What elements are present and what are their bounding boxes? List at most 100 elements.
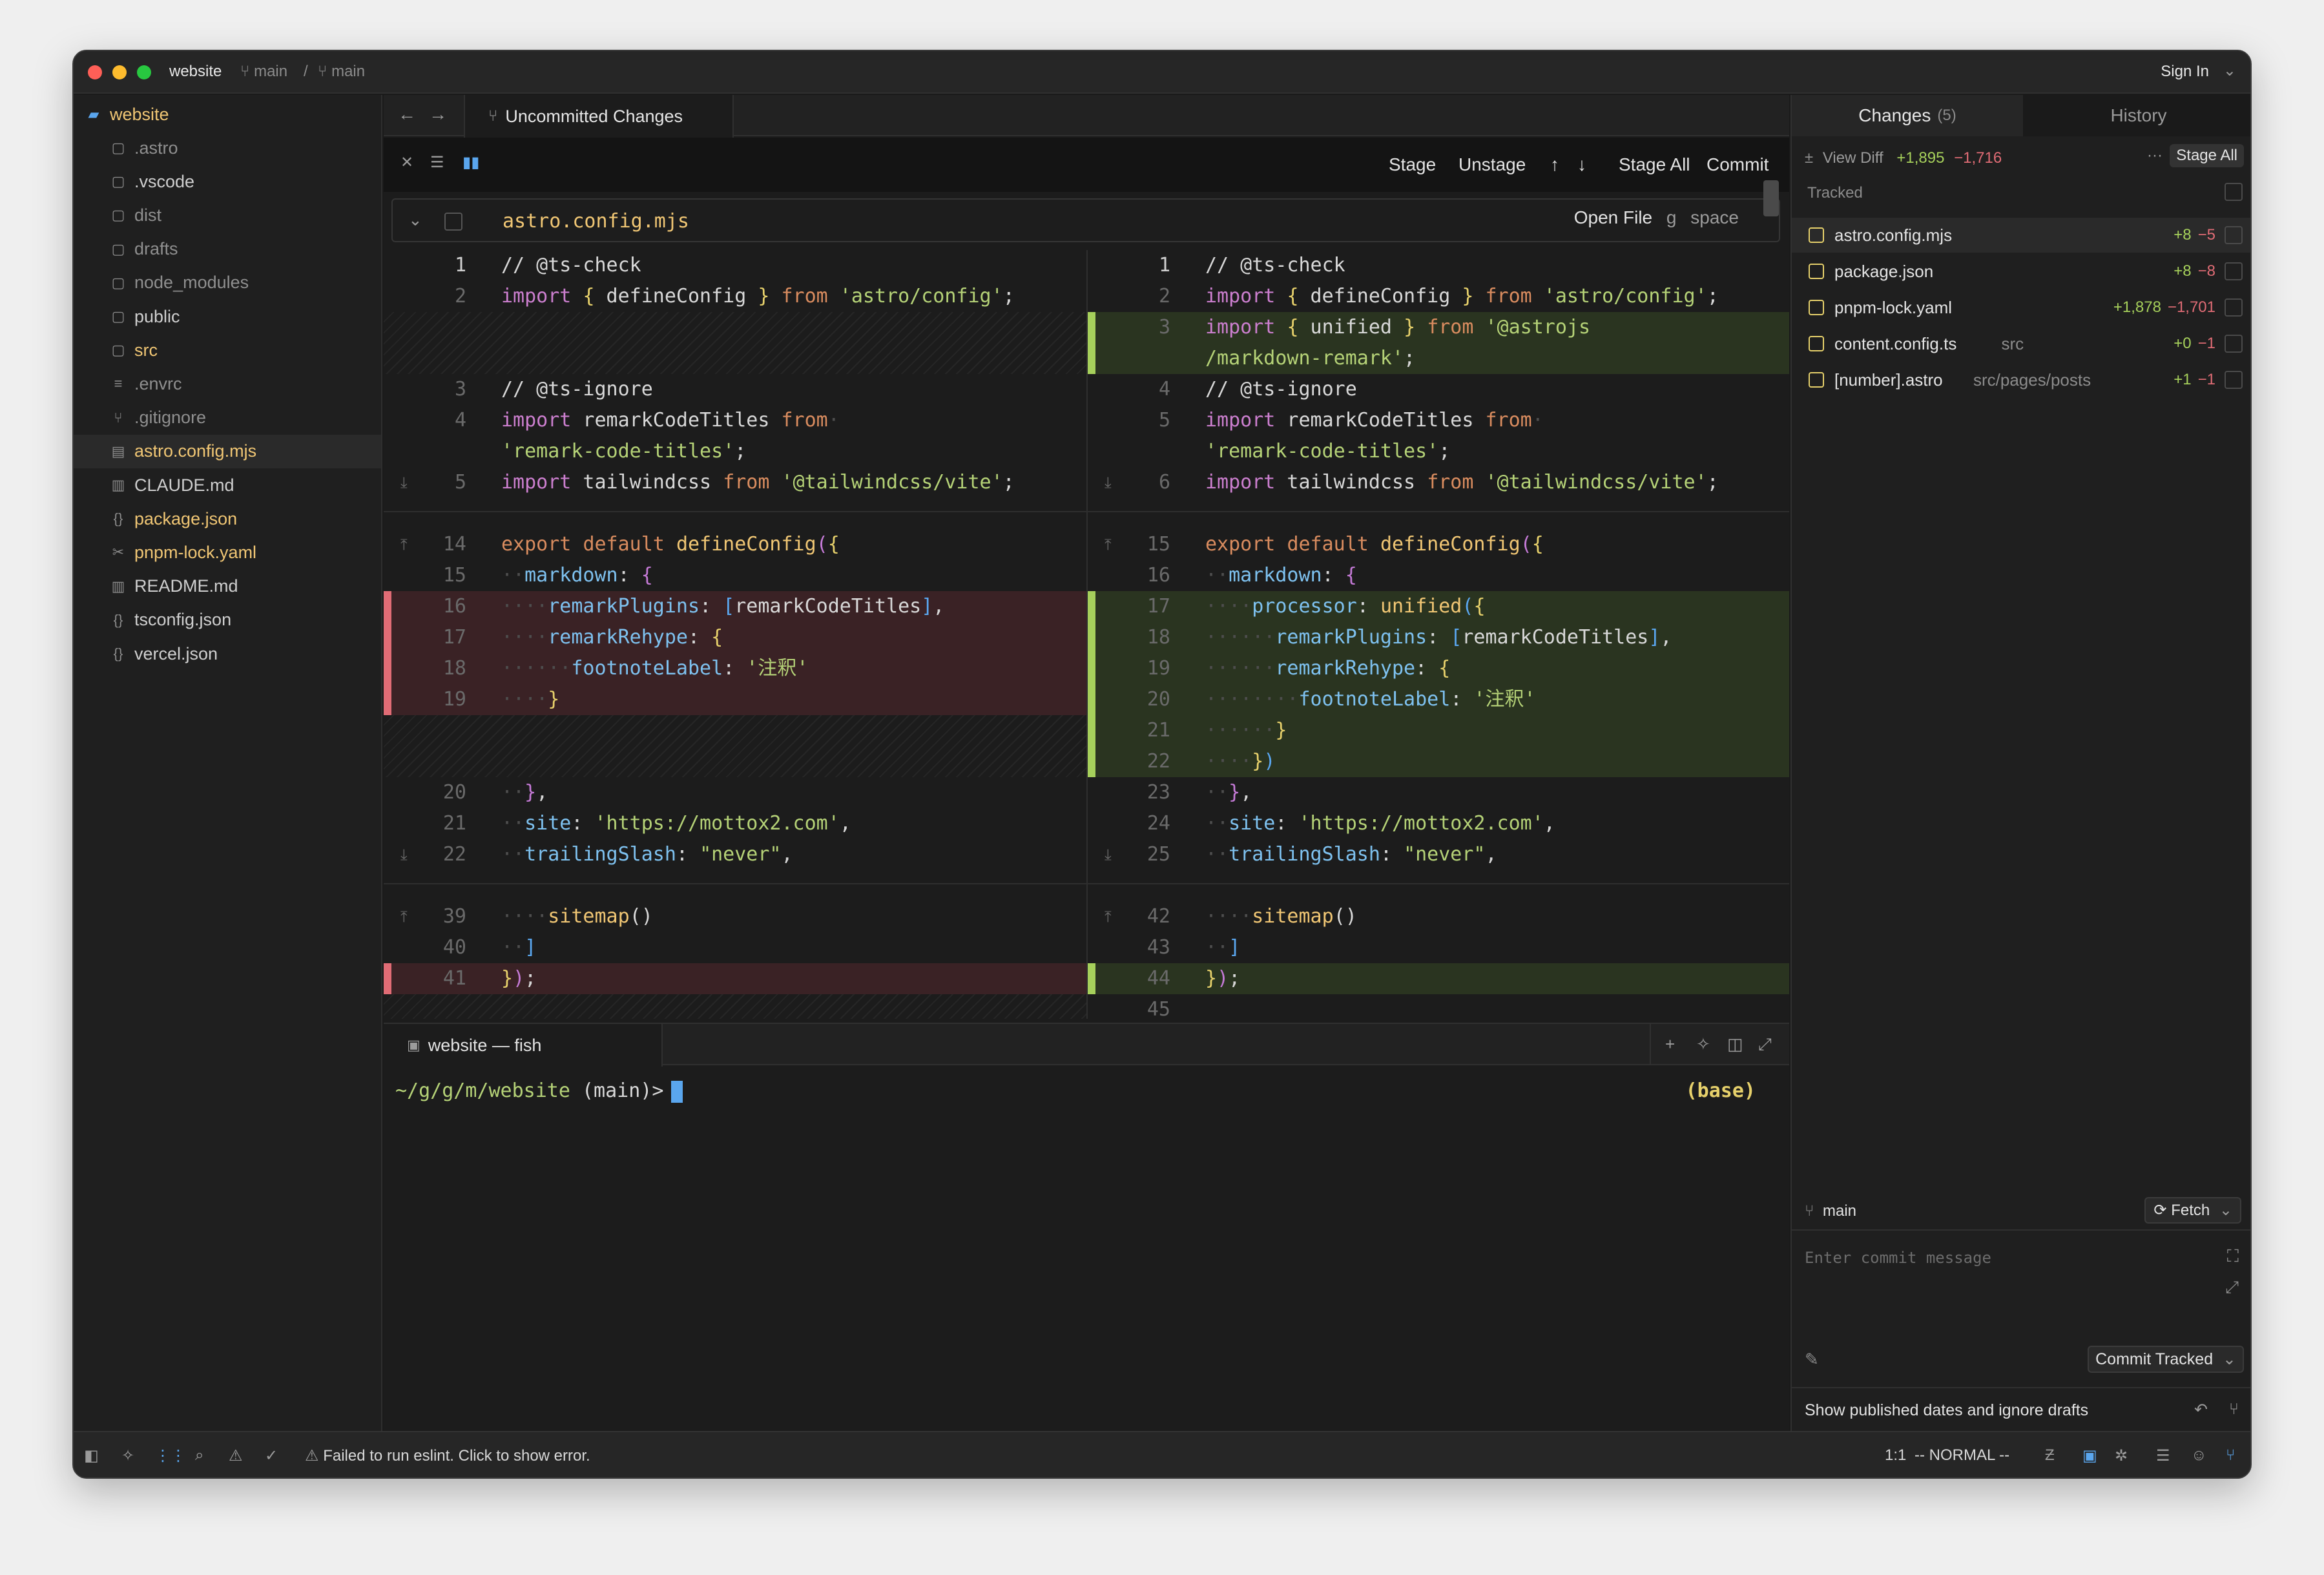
changed-file-row[interactable]: [number].astro src/pages/posts +1 −1 bbox=[1792, 362, 2250, 397]
git-compare-icon[interactable]: ⑂ bbox=[2229, 1400, 2239, 1419]
changes-count: (5) bbox=[1937, 107, 1956, 124]
debug-icon[interactable]: ✲ bbox=[2115, 1446, 2128, 1465]
close-window-button[interactable] bbox=[88, 65, 102, 79]
sign-in-button[interactable]: Sign In bbox=[2161, 63, 2209, 81]
current-branch[interactable]: main bbox=[1823, 1202, 1856, 1220]
tree-item-label: src bbox=[134, 340, 158, 360]
zoom-window-button[interactable] bbox=[137, 65, 151, 79]
forward-arrow-icon[interactable]: → bbox=[429, 104, 447, 125]
commit-tracked-button[interactable]: Commit Tracked ⌄ bbox=[2088, 1346, 2244, 1373]
file-stage-checkbox[interactable] bbox=[2225, 371, 2243, 389]
tree-item[interactable]: ▢ drafts bbox=[74, 233, 381, 266]
tree-item[interactable]: ▢ .vscode bbox=[74, 165, 381, 198]
tree-item-label: astro.config.mjs bbox=[134, 441, 257, 461]
sidebar-toggle-icon[interactable]: ◧ bbox=[84, 1446, 99, 1465]
terminal-toggle-icon[interactable]: ▣ bbox=[2082, 1446, 2097, 1465]
branch-selector-b[interactable]: ⑂ main bbox=[318, 63, 365, 81]
last-commit-message[interactable]: Show published dates and ignore drafts bbox=[1805, 1401, 2088, 1420]
tree-item[interactable]: ▢ src bbox=[74, 333, 381, 367]
book-icon: ▥ bbox=[111, 578, 125, 594]
tracked-checkbox[interactable] bbox=[2225, 183, 2243, 201]
terminal-tab[interactable]: ▣ website — fish bbox=[384, 1024, 663, 1067]
eslint-error-message[interactable]: ⚠ Failed to run eslint. Click to show er… bbox=[305, 1446, 590, 1465]
changed-file-row[interactable]: package.json +8 −8 bbox=[1792, 254, 2250, 289]
chevron-down-icon[interactable]: ⌄ bbox=[408, 210, 422, 230]
ai-generate-icon[interactable]: ✎ bbox=[1805, 1350, 1819, 1370]
expand-icon[interactable]: ⤢ bbox=[1758, 1034, 1772, 1055]
tree-item[interactable]: ▢ public bbox=[74, 300, 381, 333]
view-diff-button[interactable]: View Diff bbox=[1823, 149, 1883, 167]
file-stage-checkbox[interactable] bbox=[444, 213, 462, 231]
next-hunk-icon[interactable]: ↓ bbox=[1577, 154, 1586, 175]
unified-view-icon[interactable]: ☰ bbox=[430, 153, 444, 172]
fetch-button[interactable]: ⟳ Fetch ⌄ bbox=[2144, 1197, 2241, 1224]
commit-tracked-label: Commit Tracked bbox=[2095, 1350, 2214, 1368]
expand-icon[interactable]: ⤢ bbox=[2225, 1277, 2239, 1298]
minimize-window-button[interactable] bbox=[112, 65, 127, 79]
stage-all-button[interactable]: Stage All bbox=[1619, 154, 1690, 175]
tree-item[interactable]: ▢ dist bbox=[74, 198, 381, 232]
stage-all-button[interactable]: Stage All bbox=[2170, 144, 2244, 167]
tree-root[interactable]: ▰ website bbox=[74, 98, 381, 131]
diagnostics-icon[interactable]: ⚠ bbox=[229, 1446, 243, 1465]
tree-item[interactable]: {} vercel.json bbox=[74, 637, 381, 671]
tree-item[interactable]: {} tsconfig.json bbox=[74, 603, 381, 637]
check-icon[interactable]: ✓ bbox=[265, 1446, 278, 1465]
split-pane-icon[interactable]: ◫ bbox=[1727, 1034, 1743, 1054]
project-name[interactable]: website bbox=[169, 63, 222, 81]
tree-item[interactable]: {} package.json bbox=[74, 502, 381, 536]
split-view-icon[interactable]: ▮▮ bbox=[462, 153, 479, 172]
sparkle-icon[interactable]: ✧ bbox=[121, 1446, 134, 1465]
search-icon[interactable]: ⌕ bbox=[195, 1446, 203, 1465]
sparkle-icon[interactable]: ✧ bbox=[1696, 1034, 1710, 1054]
git-branch-icon[interactable]: ⑂ bbox=[2226, 1446, 2235, 1465]
back-arrow-icon[interactable]: ← bbox=[398, 104, 416, 125]
collapse-icon[interactable]: ✕ bbox=[400, 153, 413, 172]
scrollbar-thumb[interactable] bbox=[1763, 180, 1779, 216]
changed-file-name: content.config.ts bbox=[1834, 333, 1957, 353]
tree-item-label: .gitignore bbox=[134, 408, 207, 428]
file-removed-count: −8 bbox=[2197, 262, 2215, 280]
tree-item[interactable]: ▢ node_modules bbox=[74, 266, 381, 300]
vim-icon[interactable]: Ƶ bbox=[2045, 1446, 2055, 1465]
tree-item[interactable]: ⑂ .gitignore bbox=[74, 401, 381, 435]
stage-button[interactable]: Stage bbox=[1389, 154, 1436, 175]
unstage-button[interactable]: Unstage bbox=[1458, 154, 1526, 175]
git-panel-icon[interactable]: ⋮⋮ bbox=[155, 1446, 186, 1465]
branch-selector-a[interactable]: ⑂ main bbox=[240, 63, 287, 81]
config-file-icon: ▤ bbox=[111, 443, 125, 459]
tab-uncommitted-changes[interactable]: ⑂ Uncommitted Changes bbox=[464, 95, 734, 138]
tab-history[interactable]: History bbox=[2023, 95, 2250, 136]
commit-message-input[interactable]: Enter commit message bbox=[1805, 1249, 1991, 1267]
changed-file-row[interactable]: pnpm-lock.yaml +1,878 −1,701 bbox=[1792, 290, 2250, 325]
prev-hunk-icon[interactable]: ↑ bbox=[1550, 154, 1559, 175]
tree-item[interactable]: ▤ astro.config.mjs bbox=[74, 434, 381, 468]
tree-item[interactable]: ▥ README.md bbox=[74, 570, 381, 603]
changed-file-row[interactable]: content.config.ts src +0 −1 bbox=[1792, 326, 2250, 361]
tree-item[interactable]: ▥ CLAUDE.md bbox=[74, 468, 381, 502]
tree-item[interactable]: ▢ .astro bbox=[74, 131, 381, 165]
changed-file-row[interactable]: astro.config.mjs +8 −5 bbox=[1792, 218, 2250, 253]
undo-icon[interactable]: ↶ bbox=[2194, 1400, 2208, 1419]
chevron-down-icon[interactable]: ⌄ bbox=[2223, 61, 2236, 80]
tree-item[interactable]: ≡ .envrc bbox=[74, 367, 381, 401]
editor-tab-bar: ← → ⑂ Uncommitted Changes bbox=[384, 95, 1789, 138]
warning-icon: ⚠ bbox=[305, 1447, 319, 1465]
terminal-prompt[interactable]: ~/g/g/m/website (main)> bbox=[395, 1080, 683, 1103]
file-stage-checkbox[interactable] bbox=[2225, 298, 2243, 317]
outline-icon[interactable]: ☰ bbox=[2156, 1446, 2170, 1465]
cursor-position[interactable]: 1:1 bbox=[1885, 1446, 1906, 1465]
tree-item[interactable]: ✂ pnpm-lock.yaml bbox=[74, 536, 381, 569]
folder-icon: ▢ bbox=[111, 173, 125, 190]
commit-button[interactable]: Commit bbox=[1707, 154, 1769, 175]
tab-changes[interactable]: Changes (5) bbox=[1792, 95, 2023, 136]
fullscreen-icon[interactable]: ⛶ bbox=[2227, 1246, 2239, 1267]
file-header: ⌄ astro.config.mjs Open File g space bbox=[391, 180, 1780, 242]
file-stage-checkbox[interactable] bbox=[2225, 262, 2243, 280]
collab-icon[interactable]: ☺ bbox=[2191, 1446, 2207, 1465]
file-stage-checkbox[interactable] bbox=[2225, 226, 2243, 244]
more-icon[interactable]: ··· bbox=[2147, 147, 2163, 165]
file-stage-checkbox[interactable] bbox=[2225, 335, 2243, 353]
plus-icon[interactable]: + bbox=[1665, 1034, 1675, 1054]
open-file-button[interactable]: Open File g space bbox=[1574, 207, 1739, 228]
